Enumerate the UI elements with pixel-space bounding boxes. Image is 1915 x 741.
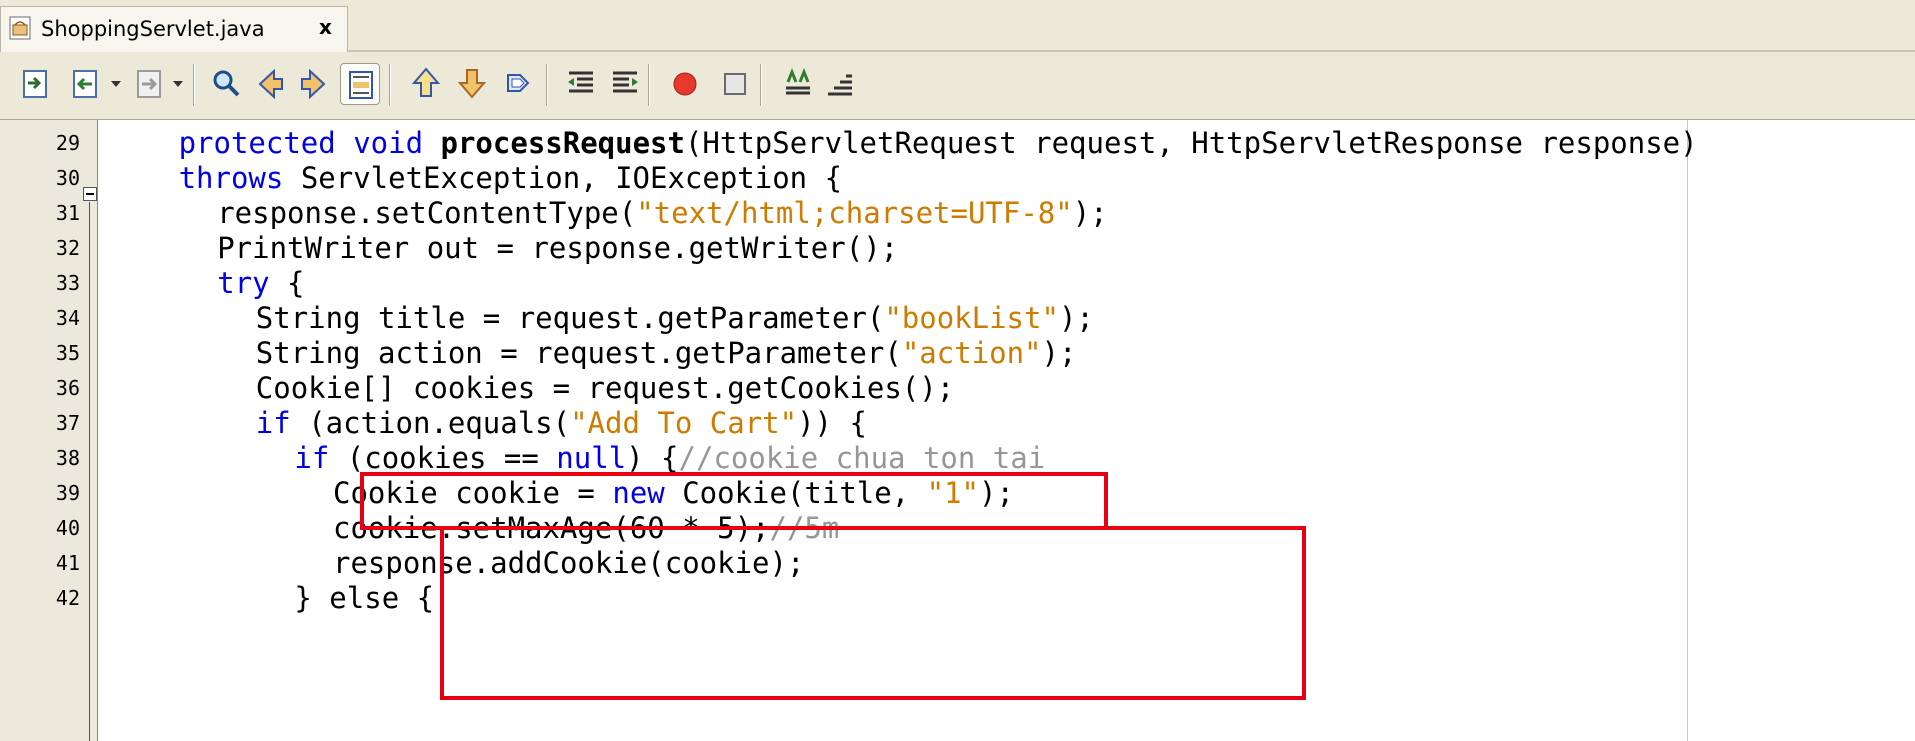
toggle-bookmark-icon[interactable] <box>498 63 538 105</box>
code-token: response.setContentType( <box>217 196 637 230</box>
line-number: 40 <box>55 516 80 540</box>
line-number: 37 <box>55 411 80 435</box>
keyword: protected <box>178 126 354 160</box>
line-number: 35 <box>55 341 80 365</box>
code-line[interactable]: protected void processRequest(HttpServle… <box>179 126 1698 160</box>
string-literal: "text/html;charset=UTF-8" <box>636 196 1073 230</box>
shift-left-icon[interactable] <box>561 63 601 105</box>
string-literal: "action" <box>901 336 1042 370</box>
fold-guide-line <box>89 202 90 741</box>
code-token: (action.equals( <box>308 406 571 440</box>
code-editor[interactable]: 29 30 31 32 33 34 35 36 37 38 39 40 41 42 protected v… <box>0 120 1915 741</box>
highlight-box-if-add-to-cart <box>360 472 1108 530</box>
comment-icon[interactable] <box>778 63 818 105</box>
toolbar-separator <box>193 64 195 106</box>
code-line[interactable]: String title = request.getParameter("boo… <box>256 301 1094 335</box>
start-macro-icon[interactable] <box>665 63 705 105</box>
shift-right-icon[interactable] <box>605 63 645 105</box>
code-token: ServletException, IOException { <box>300 161 843 195</box>
code-token: PrintWriter out = response.getWriter(); <box>217 231 899 265</box>
editor-tab-bar: ShoppingServlet.java x <box>0 0 1915 52</box>
find-previous-icon[interactable] <box>250 63 290 105</box>
uncomment-icon[interactable] <box>820 63 860 105</box>
line-number: 38 <box>55 446 80 470</box>
forward-icon[interactable] <box>130 63 170 105</box>
toolbar-separator <box>648 64 650 106</box>
highlight-box-cookie-block <box>440 526 1306 700</box>
code-line[interactable]: throws ServletException, IOException { <box>179 161 842 195</box>
last-edit-icon[interactable] <box>16 63 56 105</box>
code-token: processRequest <box>440 126 685 160</box>
code-line[interactable]: Cookie[] cookies = request.getCookies(); <box>256 371 954 405</box>
find-next-icon[interactable] <box>294 63 334 105</box>
close-tab-icon[interactable]: x <box>319 17 332 37</box>
keyword: throws <box>178 161 301 195</box>
toggle-highlight-icon[interactable] <box>340 63 380 105</box>
toolbar-separator <box>389 64 391 106</box>
editor-toolbar <box>0 52 1915 120</box>
string-literal: "Add To Cart" <box>570 406 798 440</box>
code-token: Cookie[] cookies = request.getCookies(); <box>255 371 955 405</box>
line-number: 29 <box>55 131 80 155</box>
keyword: if <box>255 406 309 440</box>
line-number: 39 <box>55 481 80 505</box>
comment: //cookie chua ton tai <box>678 441 1046 475</box>
code-line[interactable]: if (action.equals("Add To Cart")) { <box>256 406 867 440</box>
toolbar-separator <box>546 64 548 106</box>
string-literal: "bookList" <box>884 301 1059 335</box>
code-token: )) { <box>797 406 867 440</box>
find-selection-icon[interactable] <box>206 63 246 105</box>
code-token: (cookies == <box>346 441 557 475</box>
tab-label: ShoppingServlet.java <box>41 17 265 41</box>
fold-collapse-icon[interactable] <box>83 187 97 201</box>
code-line[interactable]: response.setContentType("text/html;chars… <box>217 196 1107 230</box>
line-number: 31 <box>55 201 80 225</box>
line-number: 42 <box>55 586 80 610</box>
code-token: String title = request.getParameter( <box>255 301 885 335</box>
keyword: null <box>556 441 627 475</box>
code-token: ); <box>1058 301 1094 335</box>
code-line[interactable]: String action = request.getParameter("ac… <box>256 336 1077 370</box>
code-line[interactable]: if (cookies == null) {//cookie chua ton … <box>294 441 1045 475</box>
code-token: ); <box>1041 336 1077 370</box>
line-number: 34 <box>55 306 80 330</box>
stop-macro-icon[interactable] <box>715 63 755 105</box>
keyword: try <box>217 266 288 300</box>
code-line[interactable]: } else { <box>294 581 434 615</box>
code-line[interactable]: try { <box>217 266 304 300</box>
line-number: 41 <box>55 551 80 575</box>
chevron-down-icon[interactable] <box>111 81 121 87</box>
line-number: 36 <box>55 376 80 400</box>
code-token: (HttpServletRequest request, HttpServlet… <box>684 126 1698 160</box>
toolbar-separator <box>760 64 762 106</box>
line-number: 32 <box>55 236 80 260</box>
tab-shoppingservlet[interactable]: ShoppingServlet.java x <box>0 6 348 52</box>
code-token: { <box>287 266 305 300</box>
line-number: 33 <box>55 271 80 295</box>
java-file-icon <box>9 16 31 40</box>
code-token: ) { <box>626 441 679 475</box>
code-token: String action = request.getParameter( <box>255 336 902 370</box>
keyword: if <box>294 441 347 475</box>
code-token: ); <box>1072 196 1108 230</box>
back-icon[interactable] <box>66 63 106 105</box>
line-number: 30 <box>55 166 80 190</box>
previous-bookmark-icon[interactable] <box>406 63 446 105</box>
keyword: void <box>353 126 441 160</box>
code-token: } else { <box>294 581 435 615</box>
code-line[interactable]: PrintWriter out = response.getWriter(); <box>217 231 898 265</box>
chevron-down-icon[interactable] <box>173 81 183 87</box>
right-margin-line <box>1687 120 1688 741</box>
line-number-gutter: 29 30 31 32 33 34 35 36 37 38 39 40 41 42 <box>0 120 98 741</box>
next-bookmark-icon[interactable] <box>452 63 492 105</box>
